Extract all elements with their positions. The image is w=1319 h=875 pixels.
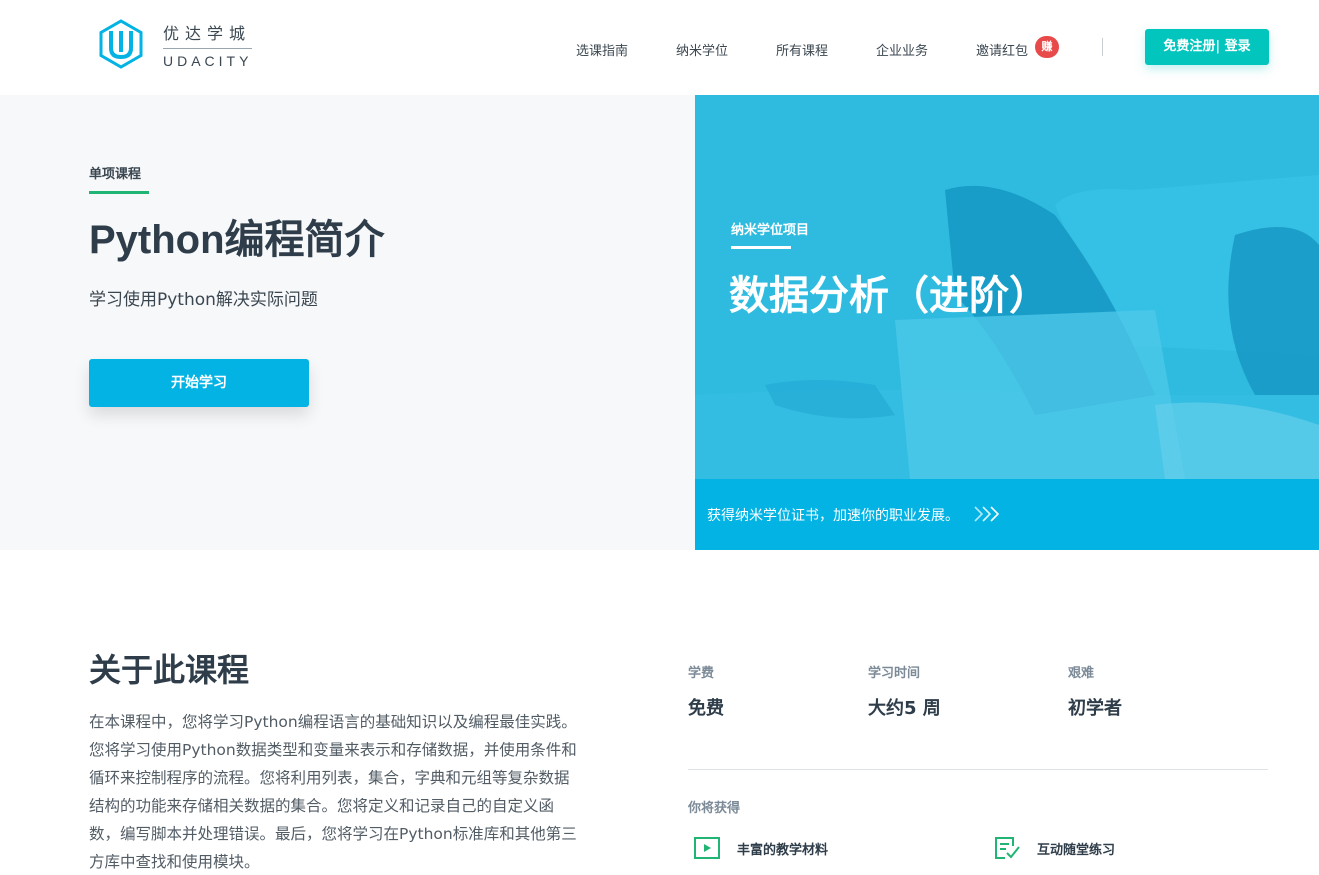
stat-label-duration: 学习时间 — [868, 666, 921, 681]
video-play-icon — [694, 837, 720, 859]
start-learning-button[interactable]: 开始学习 — [89, 359, 309, 407]
promo-kicker: 纳米学位项目 — [731, 223, 810, 238]
course-type-underline — [89, 191, 149, 194]
site-header: 优达学城 UDACITY 选课指南 纳米学位 所有课程 企业业务 邀请红包 赚 … — [0, 0, 1319, 95]
promo-footer[interactable]: 获得纳米学位证书，加速你的职业发展。 — [695, 479, 1319, 550]
main-nav: 选课指南 纳米学位 所有课程 企业业务 邀请红包 — [0, 40, 1319, 60]
nav-divider — [1102, 38, 1103, 56]
stats-divider — [688, 769, 1268, 770]
feature-label: 丰富的教学材料 — [737, 842, 829, 858]
feature-interactive-quizzes: 互动随堂练习 — [993, 834, 1115, 862]
stat-label-tuition: 学费 — [688, 666, 715, 681]
course-subtitle: 学习使用Python解决实际问题 — [89, 290, 318, 310]
signup-login-button[interactable]: 免费注册| 登录 — [1145, 29, 1269, 65]
nav-invite-bonus[interactable]: 邀请红包 — [976, 40, 1028, 59]
about-section-title: 关于此课程 — [89, 651, 250, 689]
nav-course-guide[interactable]: 选课指南 — [576, 40, 628, 59]
feature-label: 互动随堂练习 — [1037, 842, 1116, 858]
stat-value-difficulty: 初学者 — [1068, 698, 1122, 719]
stat-value-duration: 大约5 周 — [868, 698, 941, 719]
course-title: Python编程简介 — [89, 218, 385, 262]
nav-all-courses[interactable]: 所有课程 — [776, 40, 828, 59]
earn-badge: 赚 — [1035, 36, 1059, 58]
triple-chevron-right-icon — [974, 506, 1000, 522]
promo-footer-text: 获得纳米学位证书，加速你的职业发展。 — [707, 508, 959, 524]
course-hero: 单项课程 Python编程简介 学习使用Python解决实际问题 开始学习 — [0, 95, 695, 550]
stat-label-difficulty: 艰难 — [1068, 666, 1095, 681]
about-description: 在本课程中，您将学习Python编程语言的基础知识以及编程最佳实践。您将学习使用… — [89, 713, 577, 871]
gains-label: 你将获得 — [688, 801, 741, 816]
promo-title: 数据分析（进阶） — [729, 273, 1049, 319]
quiz-check-icon — [995, 837, 1020, 859]
course-type-label: 单项课程 — [89, 167, 142, 182]
nav-nanodegree[interactable]: 纳米学位 — [676, 40, 728, 59]
nav-enterprise[interactable]: 企业业务 — [876, 40, 928, 59]
promo-kicker-underline — [731, 246, 791, 249]
stat-value-tuition: 免费 — [688, 698, 724, 719]
nanodegree-promo-card[interactable]: 纳米学位项目 数据分析（进阶） 获得纳米学位证书，加速你的职业发展。 — [695, 95, 1319, 550]
feature-teaching-materials: 丰富的教学材料 — [693, 834, 828, 862]
